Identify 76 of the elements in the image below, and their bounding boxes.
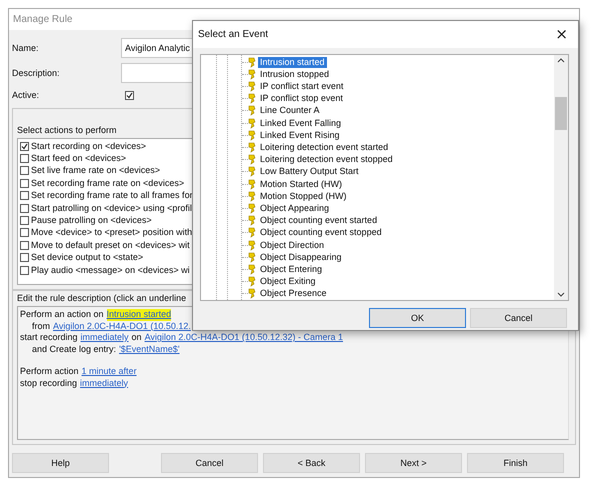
checkbox[interactable] xyxy=(20,191,29,200)
tree-item[interactable]: Linked Event Rising xyxy=(258,130,342,141)
description-text: Perform an action on xyxy=(20,309,104,320)
tree-item[interactable]: Intrusion stopped xyxy=(258,68,332,80)
checkbox[interactable] xyxy=(20,154,29,164)
tree-item[interactable]: Object Entering xyxy=(258,264,324,276)
tree-item[interactable]: Motion Stopped (HW) xyxy=(258,190,349,202)
checkbox[interactable] xyxy=(20,204,29,213)
description-text: from xyxy=(32,320,50,332)
tree-item[interactable]: IP conflict start event xyxy=(258,81,346,92)
action-item[interactable]: Start patrolling on <device> using <profil xyxy=(31,202,192,214)
event-link[interactable]: Intrusion started xyxy=(106,309,172,320)
action-item[interactable]: Pause patrolling on <devices> xyxy=(31,215,152,226)
tree-item[interactable]: Line Counter A xyxy=(258,105,322,116)
tree-item[interactable]: Linked Event Falling xyxy=(258,118,344,129)
description-text: stop recording xyxy=(20,378,78,389)
action-item[interactable]: Move to default preset on <devices> wit xyxy=(31,240,190,251)
description-text: start recording xyxy=(20,332,78,344)
field-label: Description: xyxy=(12,68,61,78)
tree-item[interactable]: Object counting event started xyxy=(258,215,380,226)
checkbox[interactable] xyxy=(20,228,29,238)
tree-item[interactable]: Object Presence xyxy=(258,288,329,300)
description-text: on xyxy=(132,332,142,344)
scrollbar-thumb[interactable] xyxy=(555,97,567,130)
tree-item[interactable]: Object Exiting xyxy=(258,276,318,288)
action-item[interactable]: Set recording frame rate on <devices> xyxy=(31,178,184,189)
dialog-button[interactable]: Cancel xyxy=(161,453,258,473)
tree-item[interactable]: Loitering detection event started xyxy=(258,142,390,154)
group-title: Select actions to perform xyxy=(17,125,117,135)
description-link[interactable]: immediately xyxy=(80,332,129,344)
tree-item[interactable]: Loitering detection event stopped xyxy=(258,154,395,166)
description-link[interactable]: immediately xyxy=(80,378,128,389)
checkbox[interactable] xyxy=(20,266,29,275)
tree-item[interactable]: IP conflict stop event xyxy=(258,93,345,104)
action-item[interactable]: Start recording on <devices> xyxy=(31,140,146,152)
action-item[interactable]: Move <device> to <preset> position with xyxy=(31,227,192,238)
action-item[interactable]: Start feed on <devices> xyxy=(31,153,126,164)
description-link[interactable]: Avigilon 2.0C-H4A-DO1 (10.50.12. xyxy=(53,320,191,332)
description-link[interactable]: '$EventName$' xyxy=(119,344,180,355)
description-text: and Create log entry: xyxy=(32,344,116,355)
close-button[interactable]: × xyxy=(555,27,568,42)
checkbox[interactable] xyxy=(20,178,29,188)
dialog-button[interactable]: Cancel xyxy=(470,308,567,328)
scroll-up-icon[interactable] xyxy=(557,58,565,63)
action-item[interactable]: Set device output to <state> xyxy=(31,252,144,264)
field-label: Name: xyxy=(12,43,40,53)
dialog-button[interactable]: Next > xyxy=(365,453,462,473)
checkbox[interactable] xyxy=(20,166,29,176)
dialog-button[interactable]: OK xyxy=(369,308,466,328)
tree-item[interactable]: Object counting event stopped xyxy=(258,227,384,238)
scroll-down-icon[interactable] xyxy=(557,292,565,297)
action-item[interactable]: Set recording frame rate to all frames for xyxy=(31,190,193,202)
description-link[interactable]: Avigilon 2.0C-H4A-DO1 (10.50.12.32) - Camera 1 xyxy=(144,332,343,344)
dialog-button[interactable]: < Back xyxy=(263,453,360,473)
window-title: Manage Rule xyxy=(13,14,72,25)
tree-item[interactable]: Object Appearing xyxy=(258,203,332,214)
group-title: Edit the rule description (click an underline xyxy=(17,293,186,303)
checkbox[interactable] xyxy=(20,240,29,250)
action-item[interactable]: Set live frame rate on <devices> xyxy=(31,165,160,176)
description-link[interactable]: 1 minute after xyxy=(82,366,137,378)
action-item[interactable]: Play audio <message> on <devices> wi xyxy=(31,264,190,276)
tree-item[interactable]: Low Battery Output Start xyxy=(258,166,361,178)
scrollbar[interactable] xyxy=(554,55,568,300)
tree-item[interactable]: Intrusion started xyxy=(258,56,327,68)
tree-item[interactable]: Motion Started (HW) xyxy=(258,178,344,190)
tree-item[interactable]: Object Disappearing xyxy=(258,252,344,263)
dialog-button[interactable]: Help xyxy=(12,453,109,473)
checkbox[interactable] xyxy=(125,90,134,100)
field-label: Active: xyxy=(12,90,40,100)
dialog-button[interactable]: Finish xyxy=(467,453,564,473)
description-text: Perform action xyxy=(20,366,79,378)
tree-item[interactable]: Object Direction xyxy=(258,240,326,251)
checkbox[interactable] xyxy=(20,142,29,151)
checkbox[interactable] xyxy=(20,253,29,262)
checkbox[interactable] xyxy=(20,216,29,226)
dialog-title: Select an Event xyxy=(198,29,268,40)
